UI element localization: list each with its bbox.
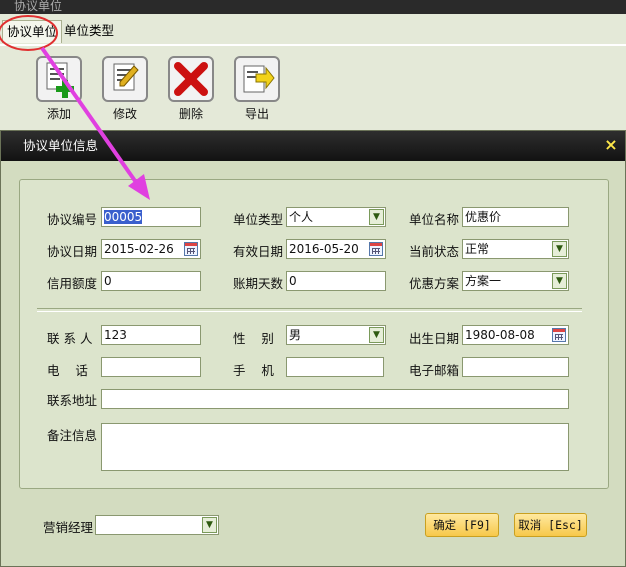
valid-date-input[interactable]: 2016-05-20 bbox=[286, 239, 386, 259]
chevron-down-icon[interactable]: ▼ bbox=[552, 273, 567, 289]
tab-agreement-unit[interactable]: 协议单位 bbox=[2, 20, 63, 43]
gender-select[interactable]: 男 ▼ bbox=[286, 325, 386, 345]
valid-date-label: 有效日期 bbox=[233, 244, 284, 259]
unit-name-input[interactable]: 优惠价 bbox=[462, 207, 569, 227]
window-title-bar: 协议单位 bbox=[0, 0, 626, 14]
credit-input[interactable]: 0 bbox=[101, 271, 201, 291]
billing-days-input[interactable]: 0 bbox=[286, 271, 386, 291]
delete-label: 删除 bbox=[178, 107, 203, 121]
gender-value: 男 bbox=[289, 328, 302, 342]
calendar-icon[interactable] bbox=[552, 328, 566, 342]
tab-strip: 协议单位 单位类型 bbox=[0, 14, 626, 46]
billing-days-value: 0 bbox=[289, 274, 297, 288]
add-button[interactable]: 添加 bbox=[33, 56, 85, 122]
chevron-down-icon[interactable]: ▼ bbox=[552, 241, 567, 257]
address-input[interactable] bbox=[101, 389, 569, 409]
unit-name-label: 单位名称 bbox=[409, 212, 460, 227]
edit-icon bbox=[102, 56, 148, 102]
form-divider bbox=[37, 308, 582, 312]
calendar-icon[interactable] bbox=[369, 242, 383, 256]
billing-days-label: 账期天数 bbox=[233, 276, 284, 291]
discount-plan-value: 方案一 bbox=[465, 274, 502, 288]
birthday-value: 1980-08-08 bbox=[465, 328, 535, 342]
chevron-down-icon[interactable]: ▼ bbox=[369, 327, 384, 343]
window-title: 协议单位 bbox=[14, 0, 63, 13]
mobile-input[interactable] bbox=[286, 357, 384, 377]
agreement-date-label: 协议日期 bbox=[47, 244, 98, 259]
phone-input[interactable] bbox=[101, 357, 201, 377]
remarks-label: 备注信息 bbox=[47, 428, 98, 443]
email-input[interactable] bbox=[462, 357, 569, 377]
delete-button[interactable]: 删除 bbox=[165, 56, 217, 122]
status-label: 当前状态 bbox=[409, 244, 460, 259]
tab-unit-type[interactable]: 单位类型 bbox=[60, 20, 118, 42]
birthday-label: 出生日期 bbox=[409, 331, 460, 346]
status-select[interactable]: 正常 ▼ bbox=[462, 239, 569, 259]
birthday-input[interactable]: 1980-08-08 bbox=[462, 325, 569, 345]
toolbar: 添加 修改 删除 导出 bbox=[0, 46, 626, 130]
mobile-label: 手 机 bbox=[233, 363, 274, 378]
unit-name-value: 优惠价 bbox=[465, 210, 502, 224]
agreement-date-value: 2015-02-26 bbox=[104, 242, 174, 256]
address-label: 联系地址 bbox=[47, 393, 98, 408]
credit-label: 信用额度 bbox=[47, 276, 98, 291]
confirm-button[interactable]: 确定 [F9] bbox=[425, 513, 499, 537]
delete-icon bbox=[168, 56, 214, 102]
contact-value: 123 bbox=[104, 328, 127, 342]
export-icon bbox=[234, 56, 280, 102]
agreement-unit-dialog: 协议单位信息 × 协议编号 00005 单位类型 个人 ▼ 单位名称 优惠价 协… bbox=[0, 130, 626, 567]
status-value: 正常 bbox=[465, 242, 490, 256]
contact-input[interactable]: 123 bbox=[101, 325, 201, 345]
chevron-down-icon[interactable]: ▼ bbox=[369, 209, 384, 225]
export-label: 导出 bbox=[244, 107, 269, 121]
agreement-no-input[interactable]: 00005 bbox=[101, 207, 201, 227]
agreement-no-value: 00005 bbox=[104, 210, 143, 224]
gender-label: 性 别 bbox=[233, 331, 274, 346]
unit-type-value: 个人 bbox=[289, 210, 314, 224]
dialog-header: 协议单位信息 × bbox=[1, 131, 625, 161]
dialog-title: 协议单位信息 bbox=[23, 138, 99, 153]
discount-plan-label: 优惠方案 bbox=[409, 276, 460, 291]
cancel-button[interactable]: 取消 [Esc] bbox=[514, 513, 587, 537]
email-label: 电子邮箱 bbox=[409, 363, 460, 378]
unit-type-select[interactable]: 个人 ▼ bbox=[286, 207, 386, 227]
agreement-date-input[interactable]: 2015-02-26 bbox=[101, 239, 201, 259]
sales-manager-select[interactable]: ▼ bbox=[95, 515, 219, 535]
sales-manager-label: 营销经理 bbox=[43, 520, 94, 535]
export-button[interactable]: 导出 bbox=[231, 56, 283, 122]
remarks-textarea[interactable] bbox=[101, 423, 569, 471]
phone-label: 电 话 bbox=[47, 363, 88, 378]
agreement-no-label: 协议编号 bbox=[47, 212, 98, 227]
contact-label: 联 系 人 bbox=[47, 331, 93, 346]
chevron-down-icon[interactable]: ▼ bbox=[202, 517, 217, 533]
valid-date-value: 2016-05-20 bbox=[289, 242, 359, 256]
edit-button[interactable]: 修改 bbox=[99, 56, 151, 122]
unit-type-label: 单位类型 bbox=[233, 212, 284, 227]
add-icon bbox=[36, 56, 82, 102]
add-label: 添加 bbox=[46, 107, 71, 121]
edit-label: 修改 bbox=[112, 107, 137, 121]
credit-value: 0 bbox=[104, 274, 112, 288]
close-icon[interactable]: × bbox=[603, 137, 619, 153]
discount-plan-select[interactable]: 方案一 ▼ bbox=[462, 271, 569, 291]
calendar-icon[interactable] bbox=[184, 242, 198, 256]
